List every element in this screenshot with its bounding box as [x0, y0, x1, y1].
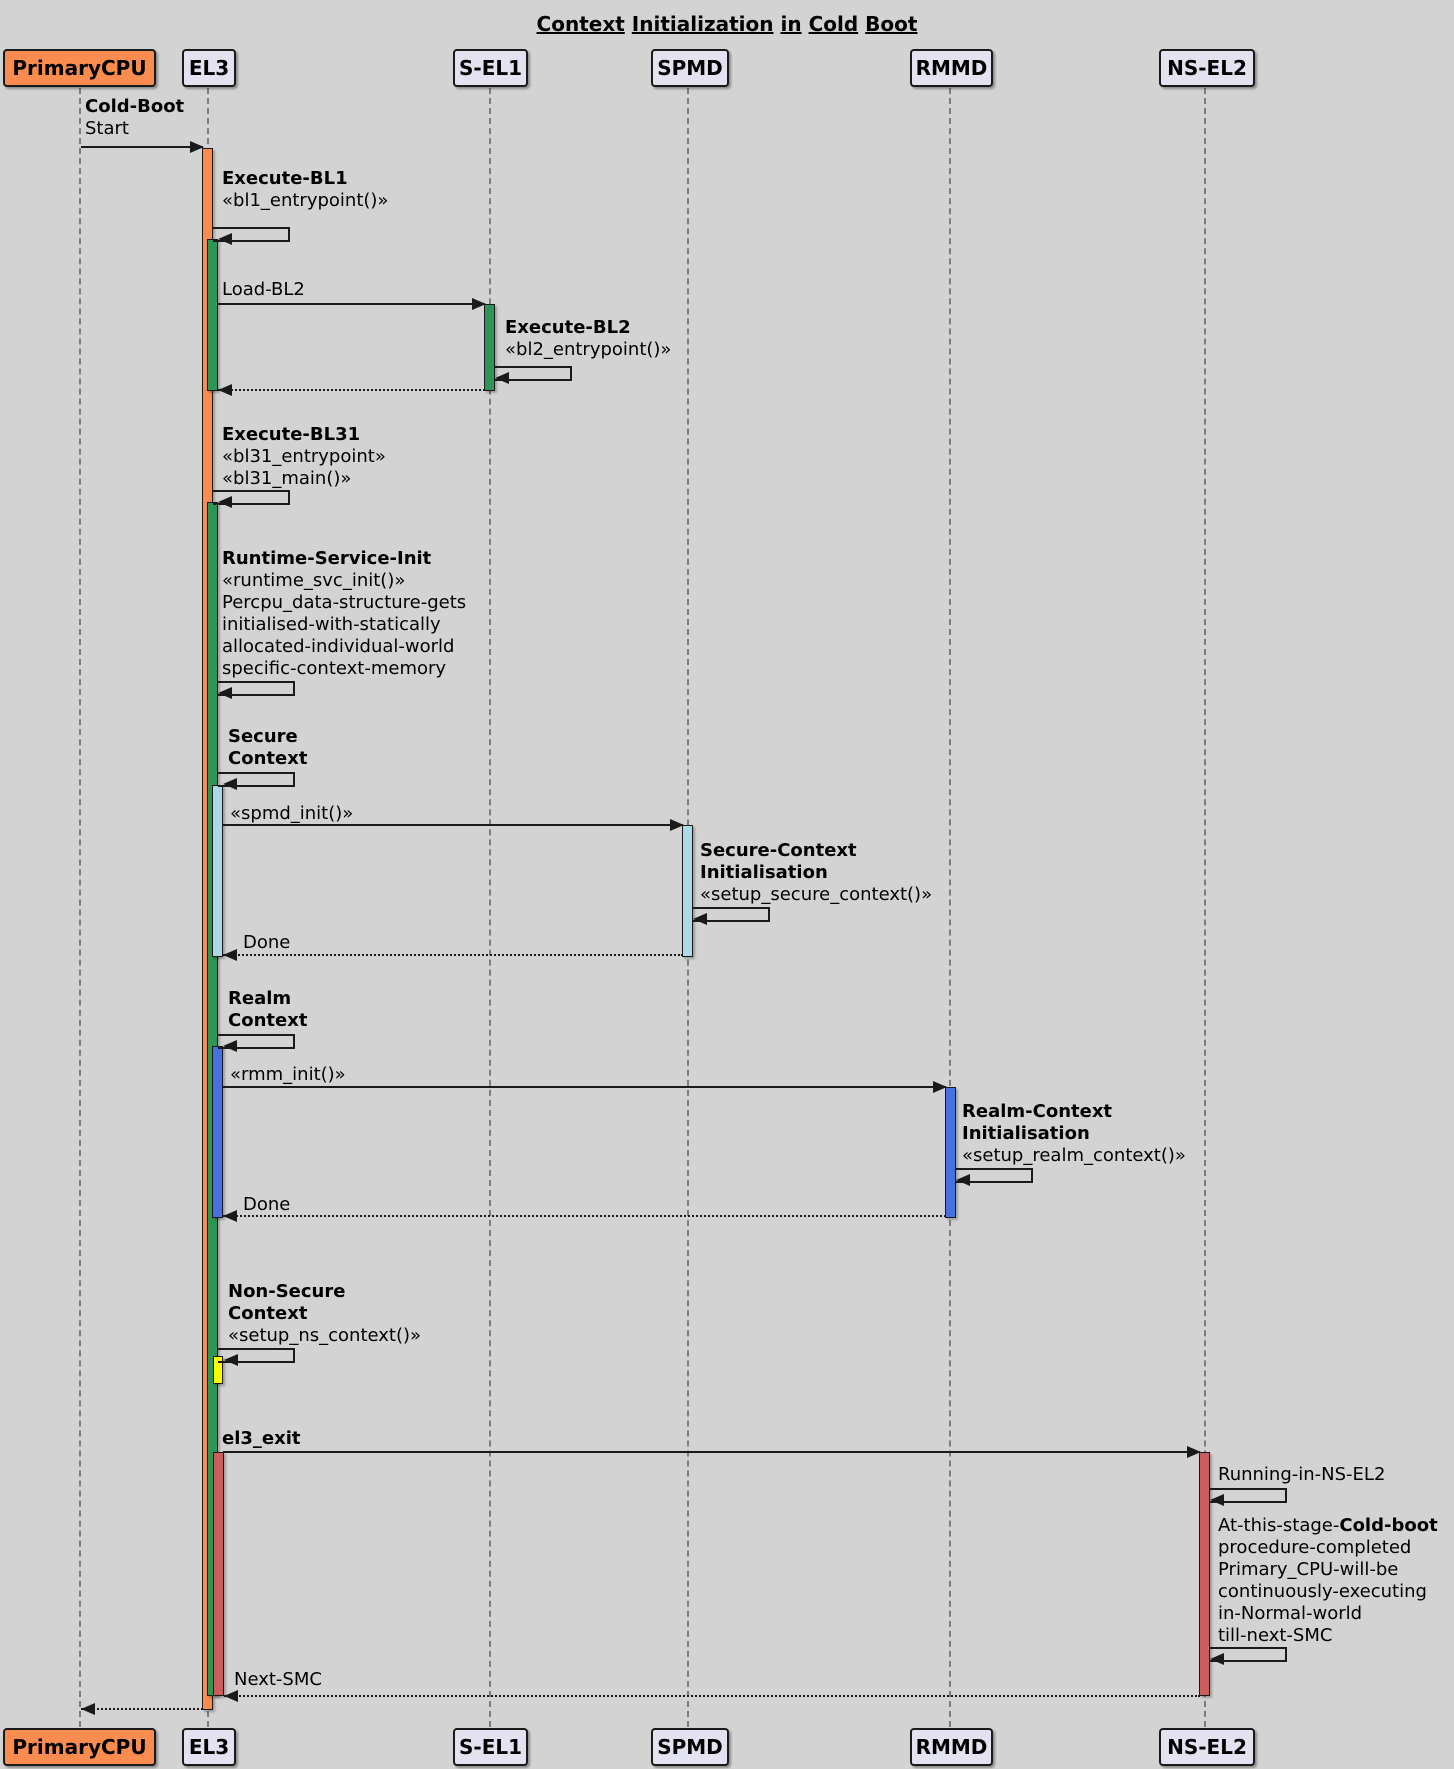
message-label-spmd-init: «spmd_init()» [230, 803, 353, 825]
arrowhead-icon [933, 1081, 947, 1093]
return-arrow-secure-done [223, 954, 683, 956]
message-label-running-in-ns-el2: Running-in-NS-EL2 [1218, 1464, 1385, 1486]
diagram-title: ContextInitializationinColdBoot [0, 12, 1454, 36]
return-arrow-bl2-done [218, 389, 485, 391]
arrowhead-icon [693, 913, 707, 925]
message-label-execute-bl2: Execute-BL2 «bl2_entrypoint()» [505, 317, 671, 361]
arrowhead-icon [224, 1690, 238, 1702]
participant-box-primarycpu-bottom: PrimaryCPU [3, 1728, 156, 1766]
arrowhead-icon [81, 1703, 95, 1715]
message-label-el3-exit: el3_exit [222, 1428, 301, 1450]
message-label-load-bl2: Load-BL2 [222, 279, 305, 301]
arrowhead-icon [472, 298, 486, 310]
message-label-done-secure: Done [243, 932, 290, 954]
activation-s-el1-bl2 [484, 304, 495, 391]
participant-box-ns-el2-top: NS-EL2 [1159, 49, 1255, 87]
arrowhead-icon [495, 372, 509, 384]
arrowhead-icon [218, 384, 232, 396]
activation-el3-realm-ctx [212, 1046, 223, 1218]
participant-box-rmmd-bottom: RMMD [910, 1728, 993, 1766]
message-arrow-cold-boot-start [81, 146, 203, 148]
message-label-realm-context: Realm Context [228, 988, 307, 1032]
message-label-realm-context-init: Realm-Context Initialisation «setup_real… [962, 1101, 1186, 1167]
arrowhead-icon [1187, 1446, 1201, 1458]
sequence-diagram: ContextInitializationinColdBoot [0, 0, 1454, 1769]
arrowhead-icon [218, 496, 232, 508]
participant-box-primarycpu-top: PrimaryCPU [3, 49, 156, 87]
message-label-non-secure-context: Non-Secure Context «setup_ns_context()» [228, 1281, 421, 1347]
message-label-execute-bl31: Execute-BL31 «bl31_entrypoint» «bl31_mai… [222, 424, 386, 490]
lifeline-primarycpu [79, 88, 81, 1727]
message-label-runtime-service-init: Runtime-Service-Init «runtime_svc_init()… [222, 548, 466, 680]
arrowhead-icon [190, 141, 204, 153]
participant-box-ns-el2-bottom: NS-EL2 [1159, 1728, 1255, 1766]
participant-box-el3-top: EL3 [182, 49, 236, 87]
message-label-rmm-init: «rmm_init()» [230, 1064, 346, 1086]
arrowhead-icon [1210, 1494, 1224, 1506]
message-label-secure-context: Secure Context [228, 726, 307, 770]
arrowhead-icon [223, 949, 237, 961]
activation-el3-bl2-load [207, 239, 218, 391]
message-label-cold-boot-complete: At-this-stage-Cold-boot procedure-comple… [1218, 1515, 1438, 1647]
arrowhead-icon [223, 778, 237, 790]
arrowhead-icon [670, 819, 684, 831]
participant-box-s-el1-top: S-EL1 [453, 49, 528, 87]
message-label-next-smc: Next-SMC [234, 1669, 322, 1691]
participant-box-spmd-bottom: SPMD [651, 1728, 729, 1766]
arrowhead-icon [218, 233, 232, 245]
message-arrow-el3-exit [223, 1451, 1200, 1453]
return-arrow-to-primarycpu [81, 1708, 203, 1710]
activation-el3-secure-ctx [212, 785, 223, 957]
participant-box-s-el1-bottom: S-EL1 [453, 1728, 528, 1766]
message-label-execute-bl1: Execute-BL1 «bl1_entrypoint()» [222, 168, 388, 212]
arrowhead-icon [956, 1174, 970, 1186]
lifeline-rmmd [949, 88, 951, 1727]
participant-box-el3-bottom: EL3 [182, 1728, 236, 1766]
arrowhead-icon [224, 1354, 238, 1366]
activation-rmmd-realm-ctx [945, 1087, 956, 1218]
participant-box-rmmd-top: RMMD [910, 49, 993, 87]
participant-box-spmd-top: SPMD [651, 49, 729, 87]
message-arrow-load-bl2 [218, 303, 485, 305]
return-arrow-realm-done [223, 1215, 946, 1217]
return-arrow-next-smc [224, 1695, 1200, 1697]
message-label-secure-context-init: Secure-Context Initialisation «setup_sec… [700, 840, 932, 906]
arrowhead-icon [223, 1040, 237, 1052]
activation-el3-exit [213, 1452, 224, 1696]
arrowhead-icon [223, 1210, 237, 1222]
activation-ns-el2-running [1199, 1452, 1210, 1696]
arrowhead-icon [1210, 1653, 1224, 1665]
arrowhead-icon [218, 687, 232, 699]
message-label-done-realm: Done [243, 1194, 290, 1216]
message-label-cold-boot-start: Cold-Boot Start [85, 96, 184, 140]
activation-spmd-secure-ctx [682, 825, 693, 957]
message-arrow-rmm-init [223, 1086, 946, 1088]
